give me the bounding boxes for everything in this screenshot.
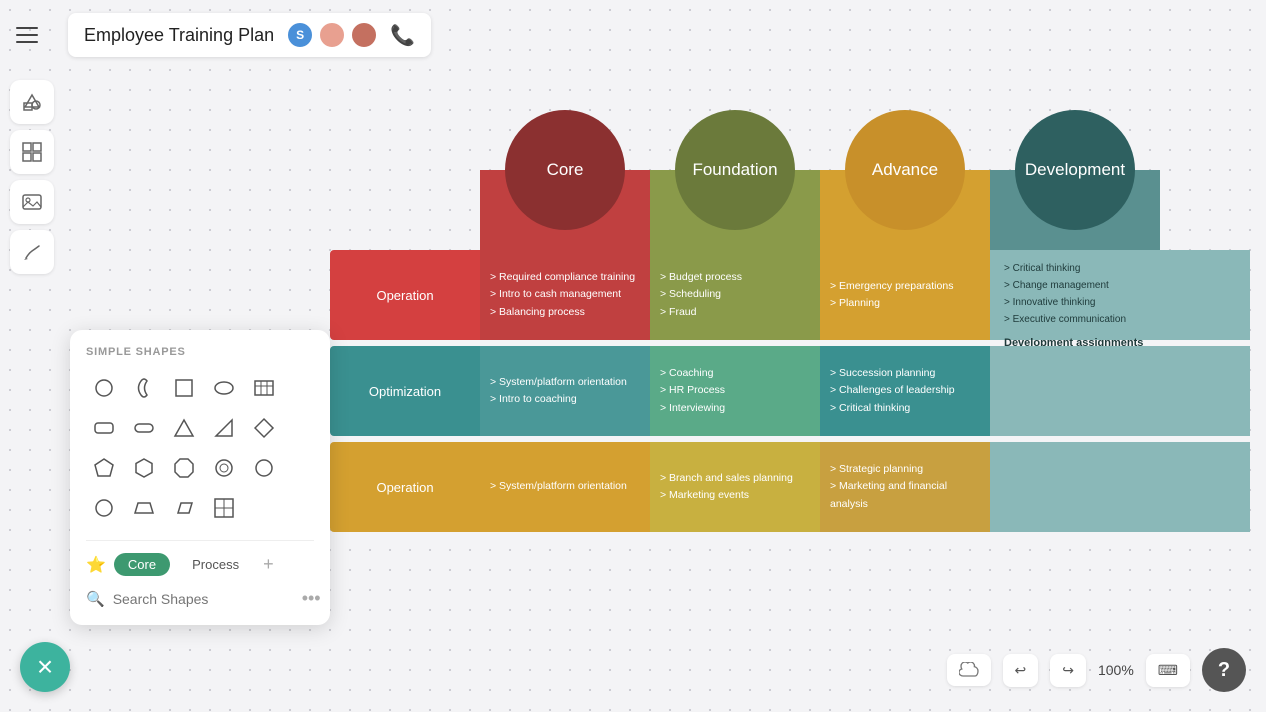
avatar-1	[318, 21, 346, 49]
phone-icon[interactable]: 📞	[390, 23, 415, 48]
redo-button[interactable]: ↪	[1050, 654, 1086, 687]
shapes-panel: SIMPLE SHAPES	[70, 330, 330, 625]
fab-button[interactable]: ×	[20, 642, 70, 692]
row1-cell-core: > Required compliance training > Intro t…	[480, 250, 650, 340]
search-icon: 🔍	[86, 590, 105, 608]
grid-tool-button[interactable]	[10, 130, 54, 174]
row1-label: Operation	[330, 250, 480, 340]
shapes-grid	[86, 370, 314, 526]
image-tool-button[interactable]	[10, 180, 54, 224]
row3-dev-panel	[990, 442, 1250, 532]
tab-star-icon[interactable]: ⭐	[86, 555, 106, 575]
row-operation-2: Operation > System/platform orientation …	[330, 442, 1250, 532]
bottom-toolbar: ↩ ↪ 100% ⌨ ?	[947, 648, 1247, 692]
tab-add-button[interactable]: +	[263, 554, 274, 575]
tab-core[interactable]: Core	[114, 553, 170, 576]
shape-grid[interactable]	[206, 490, 242, 526]
shape-square[interactable]	[166, 370, 202, 406]
rows-container: Operation > Required compliance training…	[330, 250, 1250, 538]
shape-pentagon[interactable]	[86, 450, 122, 486]
row3-label: Operation	[330, 442, 480, 532]
shape-circle[interactable]	[86, 370, 122, 406]
shape-pill[interactable]	[126, 410, 162, 446]
row2-label: Optimization	[330, 346, 480, 436]
shapes-tool-button[interactable]	[10, 80, 54, 124]
shape-table[interactable]	[246, 370, 282, 406]
row2-cell-advance: > Succession planning > Challenges of le…	[820, 346, 990, 436]
row2-dev-panel	[990, 346, 1250, 436]
top-bar: Employee Training Plan S 📞	[0, 0, 1266, 70]
undo-button[interactable]: ↩	[1003, 654, 1039, 687]
shape-empty-2	[286, 410, 322, 446]
shape-trapezoid[interactable]	[126, 490, 162, 526]
row3-cell-core: > System/platform orientation	[480, 442, 650, 532]
left-sidebar	[10, 80, 54, 274]
avatars-group: S	[286, 21, 378, 49]
shape-diamond[interactable]	[246, 410, 282, 446]
circle-foundation: Foundation	[675, 110, 795, 230]
help-button[interactable]: ?	[1202, 648, 1246, 692]
shape-decagon[interactable]	[246, 450, 282, 486]
row1-cell-advance: > Emergency preparations > Planning	[820, 250, 990, 340]
circle-advance: Advance	[845, 110, 965, 230]
shape-empty-3	[286, 450, 322, 486]
shape-hexagon[interactable]	[126, 450, 162, 486]
row-optimization: Optimization > System/platform orientati…	[330, 346, 1250, 436]
shape-tabs-row: ⭐ Core Process +	[86, 540, 314, 576]
shape-crescent[interactable]	[126, 370, 162, 406]
shape-rounded-rect[interactable]	[86, 410, 122, 446]
title-box: Employee Training Plan S 📞	[68, 13, 431, 57]
row2-cell-foundation: > Coaching > HR Process > Interviewing	[650, 346, 820, 436]
keyboard-button[interactable]: ⌨	[1146, 654, 1190, 687]
shape-small-circle[interactable]	[86, 490, 122, 526]
row1-dev-panel: > Critical thinking > Change management …	[990, 250, 1250, 340]
shape-right-triangle[interactable]	[206, 410, 242, 446]
shape-octagon[interactable]	[166, 450, 202, 486]
row1-cell-foundation: > Budget process > Scheduling > Fraud	[650, 250, 820, 340]
row-operation-1: Operation > Required compliance training…	[330, 250, 1250, 340]
shape-parallelogram[interactable]	[166, 490, 202, 526]
tab-process[interactable]: Process	[178, 553, 253, 576]
shape-circle-outline[interactable]	[206, 450, 242, 486]
zoom-level: 100%	[1098, 662, 1134, 678]
row2-cell-core: > System/platform orientation > Intro to…	[480, 346, 650, 436]
document-title: Employee Training Plan	[84, 25, 274, 46]
shape-triangle[interactable]	[166, 410, 202, 446]
menu-button[interactable]	[16, 15, 56, 55]
cloud-save-button[interactable]	[947, 654, 991, 686]
diagram-container: Core Foundation Advance Development	[330, 110, 1250, 590]
avatar-s: S	[286, 21, 314, 49]
shape-empty-1	[286, 370, 322, 406]
more-options-button[interactable]: •••	[302, 588, 321, 609]
search-row: 🔍 •••	[86, 588, 314, 609]
drawing-tool-button[interactable]	[10, 230, 54, 274]
search-input[interactable]	[113, 591, 294, 607]
row3-cell-advance: > Strategic planning > Marketing and fin…	[820, 442, 990, 532]
circle-development: Development	[1015, 110, 1135, 230]
shape-ellipse[interactable]	[206, 370, 242, 406]
row3-cell-foundation: > Branch and sales planning > Marketing …	[650, 442, 820, 532]
avatar-2	[350, 21, 378, 49]
shapes-section-label: SIMPLE SHAPES	[86, 346, 314, 358]
circle-core: Core	[505, 110, 625, 230]
